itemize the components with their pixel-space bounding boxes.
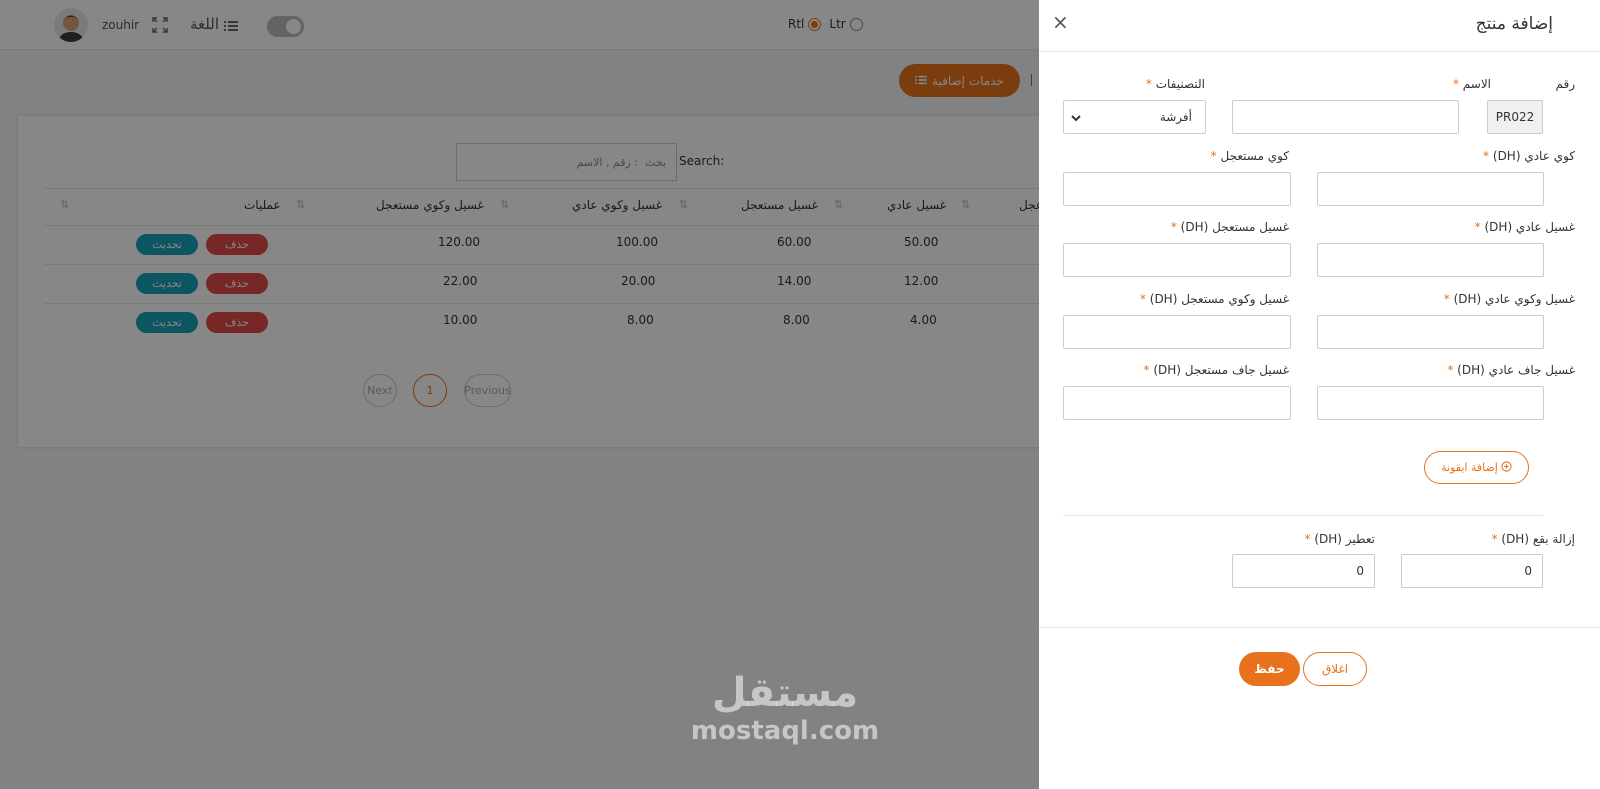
iron-urgent-label: كوي مستعجل * (1210, 149, 1289, 163)
add-icon-button[interactable]: إضافة ايقونة (1424, 451, 1529, 484)
modal-backdrop[interactable] (0, 0, 1039, 789)
wash-iron-normal-label: غسيل وكوي عادي (DH) * (1443, 292, 1575, 306)
name-label: الاسم * (1452, 77, 1491, 91)
iron-normal-label: كوي عادي (DH) * (1483, 149, 1575, 163)
name-field[interactable] (1232, 100, 1459, 134)
drawer-title: إضافة منتج (1475, 14, 1553, 34)
wash-normal-field[interactable] (1317, 243, 1544, 277)
close-button[interactable]: اغلاق (1303, 652, 1367, 686)
close-icon[interactable]: × (1052, 12, 1069, 32)
chevron-down-icon (1071, 112, 1081, 122)
add-icon-button-label: إضافة ايقونة (1441, 461, 1498, 474)
categories-label: التصنيفات * (1145, 77, 1205, 91)
add-product-drawer: × إضافة منتج رقم الاسم * التصنيفات * أفر… (1039, 0, 1600, 789)
watermark-arabic: مستقل (711, 670, 859, 716)
dry-urgent-label: غسيل جاف مستعجل (DH) * (1143, 363, 1290, 377)
dry-normal-label: غسيل جاف عادي (DH) * (1447, 363, 1575, 377)
wash-iron-urgent-field[interactable] (1063, 315, 1291, 349)
categories-select[interactable]: أفرشة (1063, 100, 1206, 134)
iron-urgent-field[interactable] (1063, 172, 1291, 206)
dry-urgent-field[interactable] (1063, 386, 1291, 420)
wash-normal-label: غسيل عادي (DH) * (1474, 220, 1575, 234)
save-button[interactable]: حفظ (1239, 652, 1300, 686)
wash-iron-normal-field[interactable] (1317, 315, 1544, 349)
stain-removal-field[interactable] (1401, 554, 1543, 588)
watermark-logo: مستقل mostaql.com (690, 670, 880, 746)
header-divider (1039, 51, 1600, 52)
watermark-latin: mostaql.com (690, 716, 880, 746)
categories-selected-value: أفرشة (1159, 110, 1192, 124)
footer-divider (1039, 627, 1600, 628)
dry-normal-field[interactable] (1317, 386, 1544, 420)
wash-iron-urgent-label: غسيل وكوي مستعجل (DH) * (1139, 292, 1289, 306)
stain-removal-label: إزالة بقع (DH) * (1491, 532, 1575, 546)
wash-urgent-label: غسيل مستعجل (DH) * (1170, 220, 1289, 234)
section-divider (1063, 515, 1543, 516)
iron-normal-field[interactable] (1317, 172, 1544, 206)
perfume-label: تعطير (DH) * (1304, 532, 1376, 546)
number-field[interactable] (1487, 100, 1543, 134)
plus-circle-icon (1501, 460, 1512, 475)
number-label: رقم (1555, 77, 1575, 91)
perfume-field[interactable] (1232, 554, 1375, 588)
wash-urgent-field[interactable] (1063, 243, 1291, 277)
